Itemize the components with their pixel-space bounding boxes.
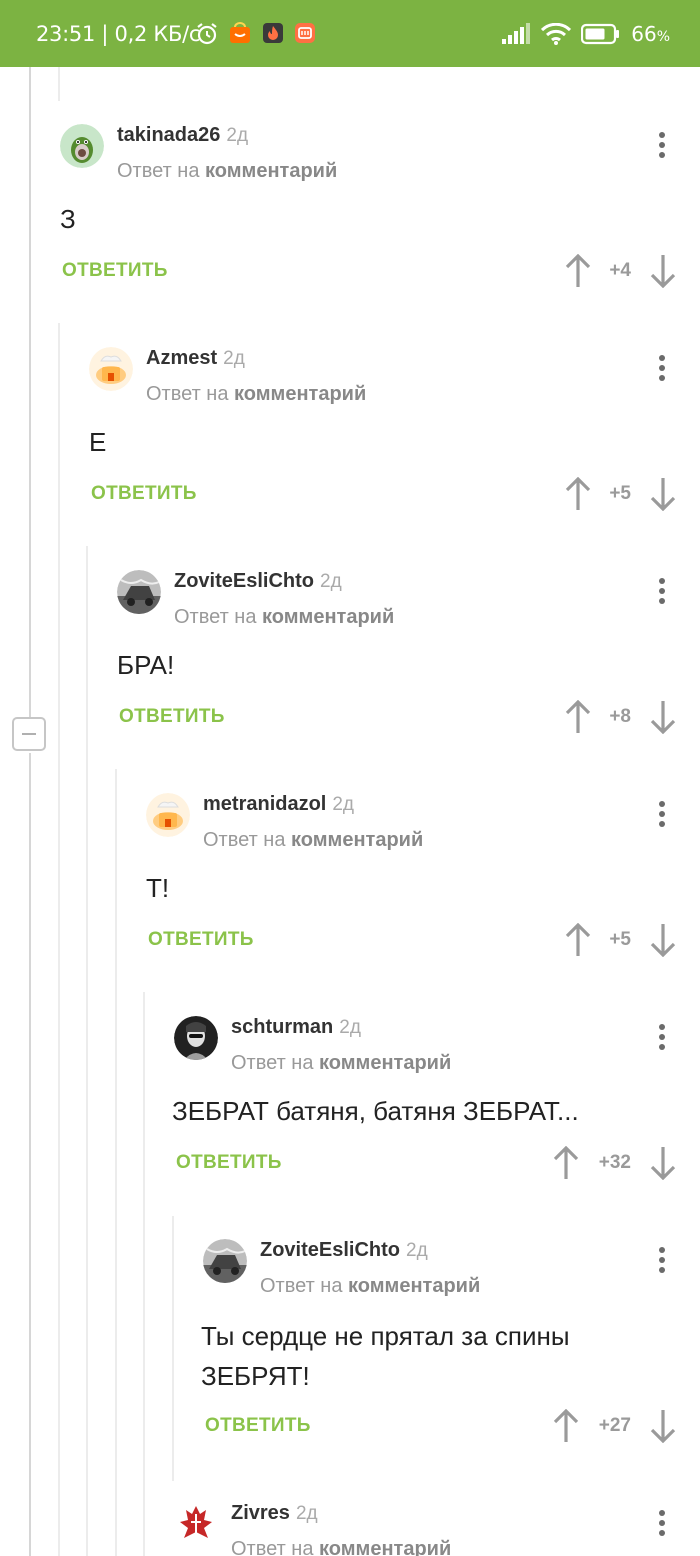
reply-button[interactable]: ОТВЕТИТЬ [148, 929, 254, 951]
mi-app-icon [295, 23, 315, 43]
comment-thread: takinada26 2д Ответ на комментарий З ОТВЕ… [0, 67, 700, 1556]
collapse-thread-button[interactable] [12, 717, 46, 751]
cellular-signal-icon [502, 23, 531, 44]
reply-button[interactable]: ОТВЕТИТЬ [205, 1415, 311, 1437]
comment-rating: +27 [598, 1415, 631, 1436]
comment-age: 2д [320, 571, 342, 592]
comment-author[interactable]: ZoviteEsliChto 2д [174, 570, 342, 593]
comment-rating: +32 [598, 1152, 631, 1173]
comment-text: Ты сердце не прятал за спины ЗЕБРЯТ! [201, 1316, 570, 1396]
status-time: 23:51 | 0,2 КБ/с [36, 22, 201, 46]
thread-line [86, 546, 88, 1556]
comment-age: 2д [223, 348, 245, 369]
comment-text: З [60, 204, 76, 234]
comment-author[interactable]: metranidazol 2д [203, 793, 354, 816]
vote-controls: +5 [565, 477, 680, 513]
more-options-icon[interactable] [657, 1510, 667, 1540]
downvote-icon[interactable] [650, 254, 676, 288]
vote-controls: +4 [565, 254, 680, 290]
battery-level: 66% [631, 22, 670, 46]
vote-controls: +27 [553, 1409, 680, 1445]
downvote-icon[interactable] [650, 923, 676, 957]
comment-author[interactable]: schturman 2д [231, 1016, 361, 1039]
avatar[interactable] [60, 124, 104, 168]
upvote-icon[interactable] [565, 700, 591, 734]
downvote-icon[interactable] [650, 1409, 676, 1443]
reply-to-label[interactable]: Ответ на комментарий [260, 1275, 480, 1298]
reply-button[interactable]: ОТВЕТИТЬ [91, 483, 197, 505]
reply-to-label[interactable]: Ответ на комментарий [231, 1538, 451, 1556]
avatar[interactable] [174, 1016, 218, 1060]
thread-line [29, 67, 31, 717]
avatar[interactable] [89, 347, 133, 391]
upvote-icon[interactable] [553, 1146, 579, 1180]
comment-author[interactable]: takinada26 2д [117, 124, 248, 147]
comment-author[interactable]: Azmest 2д [146, 347, 245, 370]
comment-rating: +4 [609, 260, 631, 281]
comment-age: 2д [226, 125, 249, 146]
more-options-icon[interactable] [657, 1247, 667, 1277]
comment-rating: +5 [609, 483, 631, 504]
downvote-icon[interactable] [650, 477, 676, 511]
downvote-icon[interactable] [650, 1146, 676, 1180]
upvote-icon[interactable] [565, 477, 591, 511]
avatar[interactable] [174, 1502, 218, 1546]
reply-button[interactable]: ОТВЕТИТЬ [62, 260, 168, 282]
shop-app-icon [230, 22, 250, 43]
more-options-icon[interactable] [657, 801, 667, 831]
comment-text-line: ЗЕБРЯТ! [201, 1361, 310, 1391]
reply-to-label[interactable]: Ответ на комментарий [203, 829, 423, 852]
reply-button[interactable]: ОТВЕТИТЬ [119, 706, 225, 728]
upvote-icon[interactable] [553, 1409, 579, 1443]
comment-age: 2д [339, 1017, 361, 1038]
comment-text: ЗЕБРАТ батяня, батяня ЗЕБРАТ... [172, 1096, 579, 1126]
comment-text: Т! [146, 873, 170, 903]
vote-controls: +32 [553, 1146, 680, 1182]
comment-rating: +8 [609, 706, 631, 727]
reply-to-label[interactable]: Ответ на комментарий [174, 606, 394, 629]
comment-text: БРА! [117, 650, 175, 680]
upvote-icon[interactable] [565, 923, 591, 957]
comment-age: 2д [332, 794, 355, 815]
reply-button[interactable]: ОТВЕТИТЬ [176, 1152, 282, 1174]
more-options-icon[interactable] [657, 1024, 667, 1054]
upvote-icon[interactable] [565, 254, 591, 288]
comment-rating: +5 [609, 929, 631, 950]
thread-line [143, 992, 145, 1556]
downvote-icon[interactable] [650, 700, 676, 734]
reply-to-label[interactable]: Ответ на комментарий [146, 383, 366, 406]
fire-app-icon [263, 23, 283, 43]
avatar[interactable] [117, 570, 161, 614]
more-options-icon[interactable] [657, 355, 667, 385]
reply-to-label[interactable]: Ответ на комментарий [117, 160, 337, 183]
avatar[interactable] [146, 793, 190, 837]
thread-line [58, 323, 60, 1556]
comment-age: 2д [406, 1240, 428, 1261]
comment-text-line: Ты сердце не прятал за спины [201, 1321, 570, 1351]
comment-text: Е [89, 427, 107, 457]
vote-controls: +5 [565, 923, 680, 959]
comment-author[interactable]: Zivres 2д [231, 1502, 318, 1525]
thread-line [115, 769, 117, 1556]
reply-to-label[interactable]: Ответ на комментарий [231, 1052, 451, 1075]
more-options-icon[interactable] [657, 132, 667, 162]
status-right: 66% [501, 22, 670, 46]
thread-line [58, 67, 60, 101]
battery-icon [581, 23, 620, 45]
comment-age: 2д [295, 1503, 318, 1524]
more-options-icon[interactable] [657, 578, 667, 608]
vote-controls: +8 [565, 700, 680, 736]
avatar[interactable] [203, 1239, 247, 1283]
alarm-icon [197, 23, 217, 45]
wifi-icon [541, 23, 572, 45]
comment-author[interactable]: ZoviteEsliChto 2д [260, 1239, 428, 1262]
thread-line [29, 753, 31, 1556]
status-bar: 23:51 | 0,2 КБ/с 66% [0, 0, 700, 67]
thread-line [172, 1216, 174, 1481]
